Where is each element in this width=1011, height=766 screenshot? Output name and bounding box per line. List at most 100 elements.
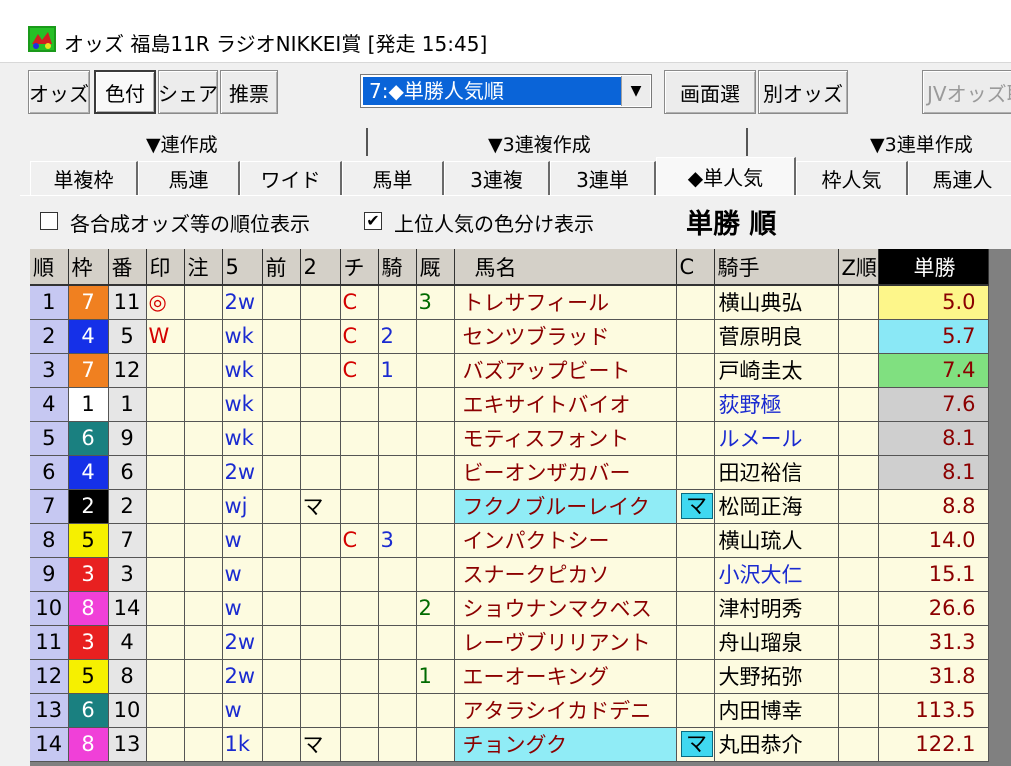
mark-cell[interactable] — [146, 489, 185, 524]
c5-cell[interactable]: wk — [222, 353, 263, 388]
kyu-cell[interactable] — [416, 421, 455, 456]
col-win-odds[interactable]: 単勝 — [878, 249, 989, 286]
col-note[interactable]: 注 — [184, 249, 223, 286]
c-cell[interactable] — [676, 353, 715, 388]
horse-name-cell[interactable]: エーオーキング — [454, 659, 677, 694]
chi-cell[interactable] — [340, 387, 379, 422]
horse-number-cell[interactable]: 1 — [108, 387, 147, 422]
tab-tan-ninki[interactable]: ◆単人気 — [656, 157, 796, 195]
jockey-cell[interactable]: 荻野極 — [714, 387, 839, 422]
note-cell[interactable] — [184, 557, 223, 592]
rank-cell[interactable]: 5 — [30, 421, 69, 456]
tab-umaren[interactable]: 馬連 — [138, 161, 240, 195]
kyu-cell[interactable] — [416, 353, 455, 388]
waku-cell[interactable]: 5 — [68, 523, 109, 558]
waku-cell[interactable]: 3 — [68, 557, 109, 592]
chi-cell[interactable] — [340, 557, 379, 592]
mae-cell[interactable] — [262, 421, 301, 456]
c5-cell[interactable]: w — [222, 693, 263, 728]
jockey-cell[interactable]: 小沢大仁 — [714, 557, 839, 592]
tab-sanrentan[interactable]: 3連単 — [550, 161, 656, 195]
note-cell[interactable] — [184, 523, 223, 558]
c2-cell[interactable] — [300, 421, 341, 456]
tab-tanpukuwaku[interactable]: 単複枠 — [30, 161, 138, 195]
note-cell[interactable] — [184, 387, 223, 422]
rank-cell[interactable]: 3 — [30, 353, 69, 388]
chi-cell[interactable]: C — [340, 353, 379, 388]
jockey-cell[interactable]: 田辺裕信 — [714, 455, 839, 490]
jockey-cell[interactable]: 津村明秀 — [714, 591, 839, 626]
col-waku[interactable]: 枠 — [68, 249, 109, 286]
ki-cell[interactable] — [378, 659, 417, 694]
col-z[interactable]: Z順 — [838, 249, 879, 286]
horse-number-cell[interactable]: 3 — [108, 557, 147, 592]
kyu-cell[interactable] — [416, 727, 455, 762]
c2-cell[interactable] — [300, 659, 341, 694]
note-cell[interactable] — [184, 421, 223, 456]
z-cell[interactable] — [838, 523, 879, 558]
note-cell[interactable] — [184, 455, 223, 490]
mae-cell[interactable] — [262, 285, 301, 320]
c2-cell[interactable] — [300, 523, 341, 558]
mark-cell[interactable] — [146, 625, 185, 660]
horse-number-cell[interactable]: 2 — [108, 489, 147, 524]
table-row[interactable]: 3 7 12 wk C 1 バズアップビート 戸崎圭太 7.4 — [30, 353, 989, 388]
chi-cell[interactable] — [340, 489, 379, 524]
waku-cell[interactable]: 4 — [68, 319, 109, 354]
horse-number-cell[interactable]: 8 — [108, 659, 147, 694]
rank-cell[interactable]: 9 — [30, 557, 69, 592]
ki-cell[interactable] — [378, 727, 417, 762]
note-cell[interactable] — [184, 659, 223, 694]
c-cell[interactable] — [676, 659, 715, 694]
horse-number-cell[interactable]: 4 — [108, 625, 147, 660]
chi-cell[interactable] — [340, 693, 379, 728]
mae-cell[interactable] — [262, 591, 301, 626]
tab-umaren-ninki[interactable]: 馬連人 — [908, 161, 1011, 195]
c2-cell[interactable] — [300, 693, 341, 728]
kyu-cell[interactable] — [416, 455, 455, 490]
jockey-cell[interactable]: 大野拓弥 — [714, 659, 839, 694]
mark-cell[interactable] — [146, 523, 185, 558]
waku-cell[interactable]: 1 — [68, 387, 109, 422]
c2-cell[interactable] — [300, 353, 341, 388]
note-cell[interactable] — [184, 353, 223, 388]
mark-cell[interactable] — [146, 353, 185, 388]
c5-cell[interactable]: wk — [222, 421, 263, 456]
horse-number-cell[interactable]: 12 — [108, 353, 147, 388]
mae-cell[interactable] — [262, 387, 301, 422]
rank-cell[interactable]: 1 — [30, 285, 69, 320]
kyu-cell[interactable] — [416, 523, 455, 558]
waku-cell[interactable]: 7 — [68, 353, 109, 388]
c2-cell[interactable] — [300, 387, 341, 422]
win-odds-cell[interactable]: 26.6 — [878, 591, 989, 626]
waku-cell[interactable]: 3 — [68, 625, 109, 660]
c-cell[interactable] — [676, 455, 715, 490]
chi-cell[interactable] — [340, 659, 379, 694]
horse-number-cell[interactable]: 9 — [108, 421, 147, 456]
z-cell[interactable] — [838, 285, 879, 320]
col-mark[interactable]: 印 — [146, 249, 185, 286]
tab-waku-ninki[interactable]: 枠人気 — [796, 161, 908, 195]
ki-cell[interactable]: 3 — [378, 523, 417, 558]
ki-cell[interactable] — [378, 387, 417, 422]
c-cell[interactable] — [676, 319, 715, 354]
c2-cell[interactable] — [300, 285, 341, 320]
recommend-button[interactable]: 推票 — [220, 70, 278, 114]
horse-name-cell[interactable]: フクノブルーレイク — [454, 489, 677, 524]
c5-cell[interactable]: 2w — [222, 455, 263, 490]
col-5[interactable]: 5 — [222, 249, 263, 286]
c5-cell[interactable]: 2w — [222, 285, 263, 320]
z-cell[interactable] — [838, 727, 879, 762]
c2-cell[interactable] — [300, 625, 341, 660]
mae-cell[interactable] — [262, 727, 301, 762]
c2-cell[interactable]: マ — [300, 489, 341, 524]
c5-cell[interactable]: 2w — [222, 625, 263, 660]
table-row[interactable]: 9 3 3 w スナークピカソ 小沢大仁 15.1 — [30, 557, 989, 592]
jockey-cell[interactable]: 松岡正海 — [714, 489, 839, 524]
z-cell[interactable] — [838, 557, 879, 592]
horse-name-cell[interactable]: バズアップビート — [454, 353, 677, 388]
ki-cell[interactable] — [378, 557, 417, 592]
c2-cell[interactable] — [300, 455, 341, 490]
mae-cell[interactable] — [262, 353, 301, 388]
kyu-cell[interactable]: 2 — [416, 591, 455, 626]
